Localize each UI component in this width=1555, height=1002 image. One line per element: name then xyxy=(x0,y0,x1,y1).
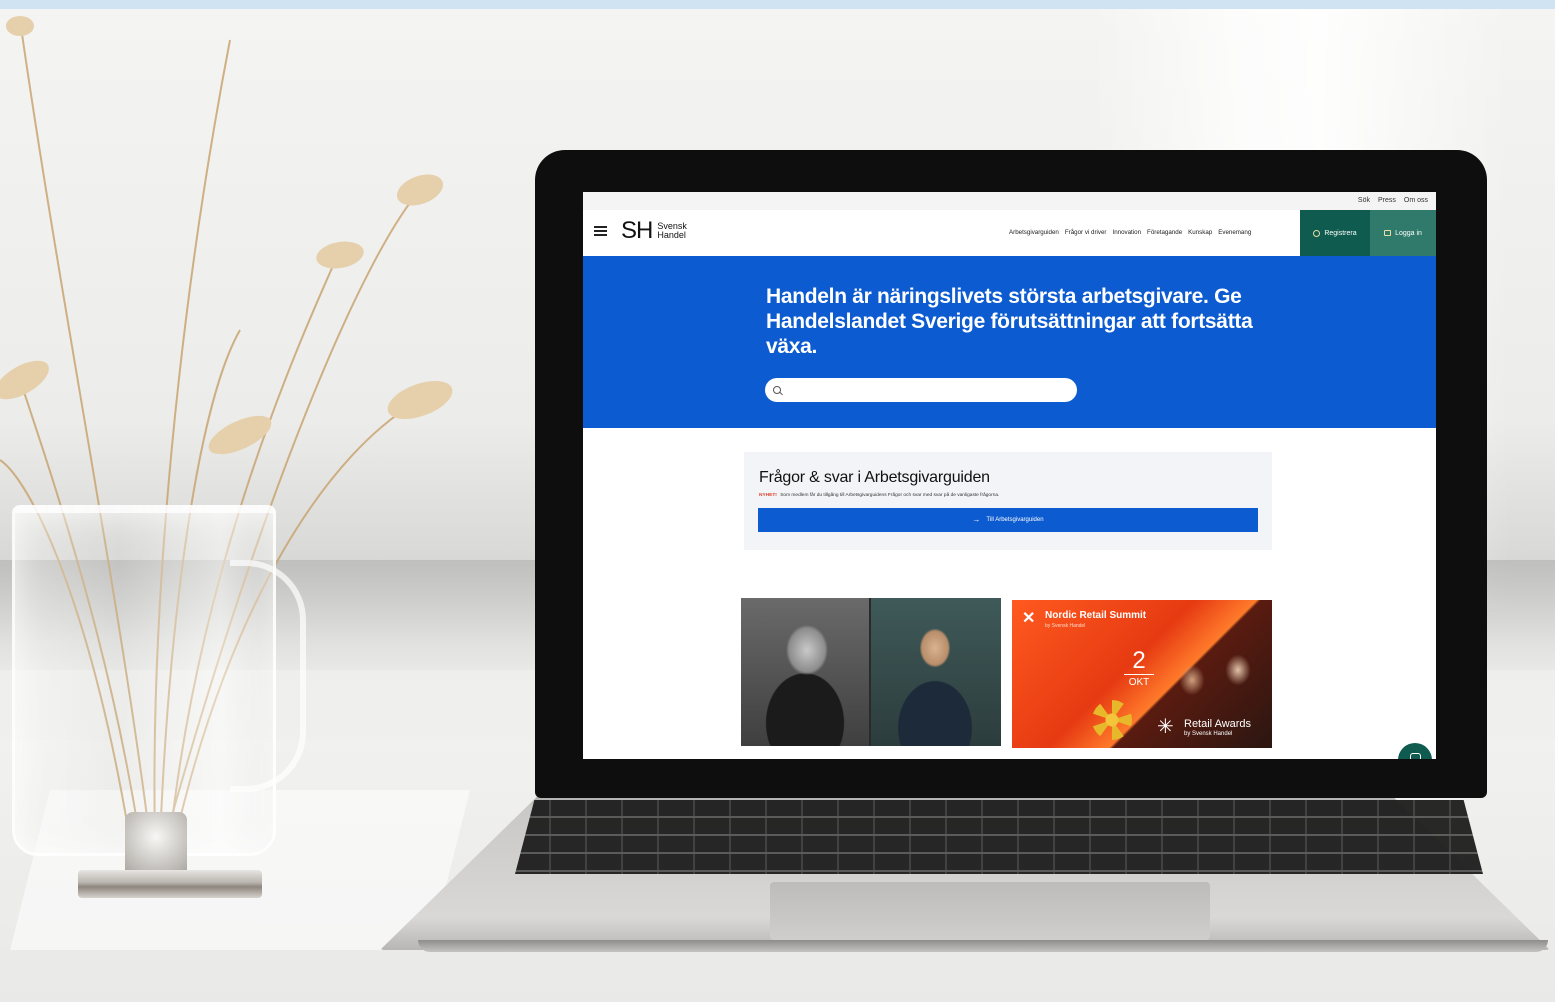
person-icon xyxy=(1313,229,1321,237)
laptop-keyboard xyxy=(515,800,1483,874)
binder-clip-bar xyxy=(78,870,262,898)
nav-item-foretagande[interactable]: Företagande xyxy=(1147,229,1182,236)
new-badge: NYHET! xyxy=(759,493,777,498)
faq-title: Frågor & svar i Arbetsgivarguiden xyxy=(759,469,990,486)
register-label: Registrera xyxy=(1324,229,1357,237)
asterisk-star-icon: ✳ xyxy=(1157,716,1174,738)
summit-subtitle: by Svensk Handel xyxy=(1045,623,1086,629)
login-button[interactable]: Logga in xyxy=(1370,210,1436,256)
nav-item-evenemang[interactable]: Evenemang xyxy=(1218,229,1251,236)
event-date-month: OKT xyxy=(1124,674,1154,688)
login-label: Logga in xyxy=(1395,229,1422,237)
portrait-image-card[interactable] xyxy=(741,598,1001,746)
portrait-photo-bw xyxy=(741,598,869,746)
faq-cta-label: Till Arbetsgivarguiden xyxy=(986,517,1044,523)
summit-promo-card[interactable]: ✕ Nordic Retail Summit by Svensk Handel … xyxy=(1012,600,1272,748)
awards-subtitle: by Svensk Handel xyxy=(1184,731,1233,737)
site-logo[interactable]: SH Svensk Handel xyxy=(621,219,687,243)
summit-x-logo-icon: ✕ xyxy=(1022,610,1036,627)
faq-description: Som medlem får du tillgång till Arbetsgi… xyxy=(780,493,1000,498)
awards-title: Retail Awards xyxy=(1184,718,1252,730)
flower-icon xyxy=(1092,700,1132,740)
hero-banner: Handeln är näringslivets största arbetsg… xyxy=(583,256,1436,428)
hero-title: Handeln är näringslivets största arbetsg… xyxy=(766,285,1253,358)
laptop-screen: Sök Press Om oss SH Svensk Handel Arbets… xyxy=(583,192,1436,759)
nav-item-arbetsgivarguiden[interactable]: Arbetsgivarguiden xyxy=(1009,229,1059,236)
utility-bar: Sök Press Om oss xyxy=(583,192,1436,210)
nav-item-fragor[interactable]: Frågor vi driver xyxy=(1065,229,1107,236)
utility-link-about[interactable]: Om oss xyxy=(1404,197,1428,204)
faq-card: Frågor & svar i Arbetsgivarguiden NYHET!… xyxy=(744,452,1272,550)
logo-wordmark: Svensk Handel xyxy=(657,222,687,240)
event-date: 2 OKT xyxy=(1124,648,1154,696)
nav-item-innovation[interactable]: Innovation xyxy=(1112,229,1141,236)
lock-icon xyxy=(1384,230,1392,236)
portrait-photo-color xyxy=(871,598,1001,746)
event-date-day: 2 xyxy=(1132,647,1146,674)
logo-line-2: Handel xyxy=(657,230,686,240)
logo-mark: SH xyxy=(621,217,653,244)
hamburger-menu-icon[interactable] xyxy=(594,226,607,236)
chat-button[interactable] xyxy=(1398,743,1432,759)
faq-subtitle: NYHET! Som medlem får du tillgång till A… xyxy=(759,493,999,498)
main-navigation: SH Svensk Handel Arbetsgivarguiden Frågo… xyxy=(583,210,1436,257)
hero-search-input[interactable] xyxy=(765,378,1077,402)
search-icon xyxy=(773,386,781,394)
utility-link-press[interactable]: Press xyxy=(1378,197,1396,204)
arrow-right-icon: → xyxy=(972,515,981,524)
glass-handle xyxy=(230,560,306,792)
nav-item-kunskap[interactable]: Kunskap xyxy=(1188,229,1212,236)
laptop-front-edge xyxy=(418,940,1548,952)
utility-links: Sök Press Om oss xyxy=(1358,197,1428,204)
binder-clip-top xyxy=(125,812,187,874)
nav-links: Arbetsgivarguiden Frågor vi driver Innov… xyxy=(1009,229,1251,236)
laptop-trackpad xyxy=(770,882,1210,940)
register-button[interactable]: Registrera xyxy=(1300,210,1370,256)
utility-link-search[interactable]: Sök xyxy=(1358,197,1370,204)
faq-cta-button[interactable]: → Till Arbetsgivarguiden xyxy=(758,508,1258,532)
summit-title: Nordic Retail Summit xyxy=(1045,610,1147,621)
